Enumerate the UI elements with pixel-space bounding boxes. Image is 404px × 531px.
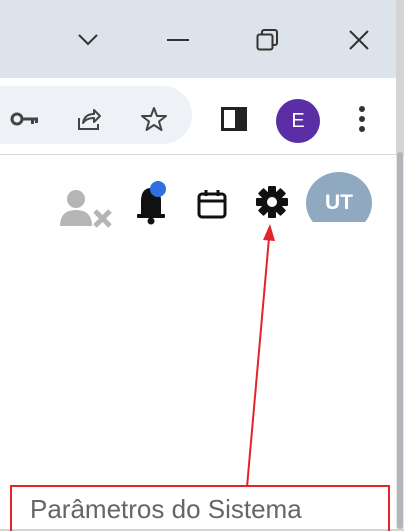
browser-window: E UT Parâmetros do Sistema <box>0 0 404 531</box>
system-parameters-menu-item[interactable]: Parâmetros do Sistema <box>30 494 302 525</box>
annotation-arrow <box>246 224 275 488</box>
scrollbar-thumb[interactable] <box>397 152 403 529</box>
